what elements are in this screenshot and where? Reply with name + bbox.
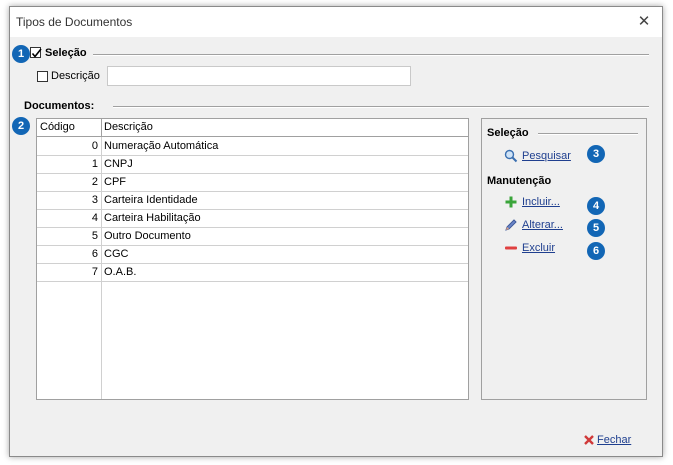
- badge-6: 6: [587, 242, 605, 260]
- grid-header: Código Descrição: [37, 119, 468, 137]
- cell-descricao: Numeração Automática: [104, 140, 219, 152]
- cell-descricao: Carteira Identidade: [104, 194, 198, 206]
- cell-codigo: 7: [91, 266, 98, 278]
- minus-icon[interactable]: [504, 241, 518, 255]
- table-row[interactable]: 2 CPF: [37, 173, 468, 192]
- grid-column-line: [101, 281, 102, 399]
- cell-separator: [101, 245, 102, 263]
- selecao-divider: [93, 54, 649, 56]
- badge-1: 1: [12, 45, 30, 63]
- plus-icon[interactable]: [504, 195, 518, 209]
- column-header-descricao[interactable]: Descrição: [104, 121, 153, 133]
- close-icon[interactable]: ✕: [634, 12, 654, 32]
- cell-codigo: 0: [91, 140, 98, 152]
- pencil-icon[interactable]: [504, 218, 518, 232]
- cell-codigo: 3: [91, 194, 98, 206]
- table-row[interactable]: 5 Outro Documento: [37, 227, 468, 246]
- badge-2: 2: [12, 117, 30, 135]
- cell-descricao: Carteira Habilitação: [104, 212, 201, 224]
- table-row[interactable]: 0 Numeração Automática: [37, 137, 468, 156]
- selecao-checkbox[interactable]: [30, 47, 42, 58]
- cell-descricao: O.A.B.: [104, 266, 137, 278]
- magnifier-icon[interactable]: [504, 149, 518, 163]
- table-row[interactable]: 1 CNPJ: [37, 155, 468, 174]
- title-bar: Tipos de Documentos ✕: [10, 7, 662, 37]
- documentos-divider: [113, 106, 649, 108]
- cell-codigo: 1: [91, 158, 98, 170]
- side-selecao-header: Seleção: [487, 127, 529, 139]
- column-separator[interactable]: [468, 119, 469, 136]
- side-selecao-divider: [538, 133, 638, 135]
- column-header-codigo[interactable]: Código: [40, 121, 75, 133]
- cell-descricao: CPF: [104, 176, 126, 188]
- window-title: Tipos de Documentos: [16, 15, 133, 29]
- cell-codigo: 4: [91, 212, 98, 224]
- cell-separator: [101, 155, 102, 173]
- cell-codigo: 6: [91, 248, 98, 260]
- alterar-link[interactable]: Alterar...: [522, 219, 563, 231]
- x-icon[interactable]: [583, 434, 595, 446]
- cell-separator: [101, 173, 102, 191]
- column-separator[interactable]: [101, 119, 102, 136]
- cell-separator: [101, 263, 102, 281]
- fechar-button[interactable]: Fechar: [597, 434, 631, 446]
- cell-separator: [101, 227, 102, 245]
- documentos-label: Documentos:: [24, 100, 95, 112]
- badge-3: 3: [587, 145, 605, 163]
- table-row[interactable]: 3 Carteira Identidade: [37, 191, 468, 210]
- cell-descricao: Outro Documento: [104, 230, 191, 242]
- cell-descricao: CGC: [104, 248, 129, 260]
- pesquisar-link[interactable]: Pesquisar: [522, 150, 571, 162]
- excluir-link[interactable]: Excluir: [522, 242, 555, 254]
- cell-codigo: 2: [91, 176, 98, 188]
- descricao-checkbox[interactable]: [37, 71, 48, 82]
- side-manutencao-header: Manutenção: [487, 175, 552, 187]
- cell-separator: [101, 137, 102, 155]
- descricao-input[interactable]: [107, 66, 411, 86]
- badge-5: 5: [587, 219, 605, 237]
- cell-separator: [101, 191, 102, 209]
- incluir-link[interactable]: Incluir...: [522, 196, 560, 208]
- selecao-label: Seleção: [45, 47, 87, 59]
- cell-descricao: CNPJ: [104, 158, 133, 170]
- table-row[interactable]: 7 O.A.B.: [37, 263, 468, 282]
- badge-4: 4: [587, 197, 605, 215]
- documentos-grid[interactable]: Código Descrição 0 Numeração Automática …: [36, 118, 469, 400]
- descricao-label: Descrição: [51, 70, 100, 82]
- cell-codigo: 5: [91, 230, 98, 242]
- dialog-content: Seleção Descrição Documentos: Código Des…: [13, 38, 659, 454]
- cell-separator: [101, 209, 102, 227]
- dialog-window: Tipos de Documentos ✕ Seleção Descrição …: [9, 6, 663, 457]
- actions-panel: Seleção Pesquisar Manutenção Incluir... …: [481, 118, 647, 400]
- table-row[interactable]: 4 Carteira Habilitação: [37, 209, 468, 228]
- table-row[interactable]: 6 CGC: [37, 245, 468, 264]
- checkmark-icon: [31, 48, 42, 58]
